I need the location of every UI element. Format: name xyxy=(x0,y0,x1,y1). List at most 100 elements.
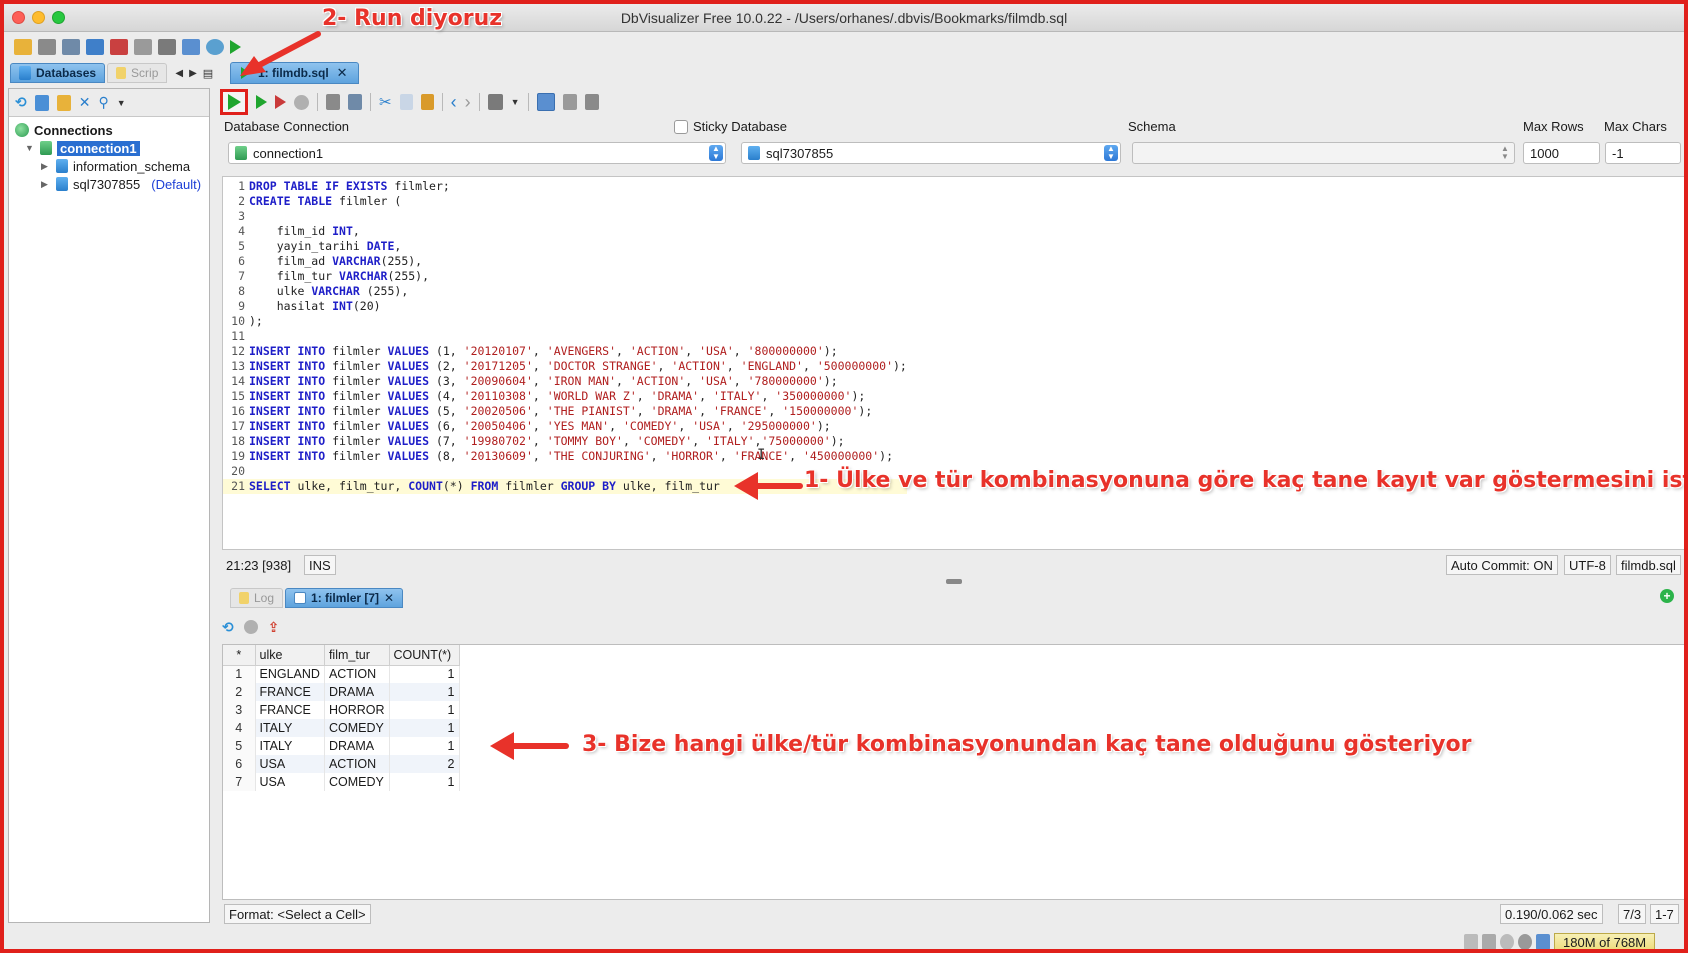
schema-select[interactable]: ▲ ▼ xyxy=(1132,142,1515,164)
tab-list-icon[interactable]: ▤ xyxy=(203,67,213,80)
open-folder-icon[interactable] xyxy=(14,39,32,55)
cell-format[interactable]: Format: <Select a Cell> xyxy=(224,904,371,924)
column-header[interactable]: ulke xyxy=(255,645,325,666)
tools-dropdown-icon[interactable]: ▼ xyxy=(511,97,520,107)
stop-icon[interactable] xyxy=(243,620,258,634)
layout-split-icon[interactable] xyxy=(562,94,577,110)
collapse-icon[interactable]: ✕ xyxy=(79,94,91,111)
back-icon[interactable]: ‹ xyxy=(451,92,457,113)
sticky-database-checkbox[interactable] xyxy=(674,120,688,134)
auto-commit-status[interactable]: Auto Commit: ON xyxy=(1446,555,1558,575)
row-number[interactable]: 7 xyxy=(223,773,256,791)
stop-icon[interactable] xyxy=(294,94,309,110)
cell-count[interactable]: 1 xyxy=(389,683,460,701)
table-row[interactable]: 7 USA COMEDY 1 xyxy=(223,773,460,791)
row-number[interactable]: 5 xyxy=(223,737,256,755)
max-rows-input[interactable]: 1000 xyxy=(1523,142,1600,164)
cell-film-tur[interactable]: ACTION xyxy=(324,665,390,683)
table-icon[interactable] xyxy=(182,39,200,55)
cell-count[interactable]: 1 xyxy=(389,773,460,791)
tab-result-filmler[interactable]: 1: filmler [7] ✕ xyxy=(285,588,404,608)
paste-icon[interactable] xyxy=(420,94,434,110)
database-select[interactable]: sql7307855 ▲ ▼ xyxy=(741,142,1121,164)
cell-ulke[interactable]: ENGLAND xyxy=(255,665,325,683)
tab-scroll-right-icon[interactable]: ▶ xyxy=(189,68,197,79)
splitter-handle[interactable] xyxy=(946,579,962,584)
cell-film-tur[interactable]: ACTION xyxy=(324,755,390,773)
table-row[interactable]: 3 FRANCE HORROR 1 xyxy=(223,701,460,719)
refresh-icon[interactable]: ⟲ xyxy=(222,619,234,636)
tab-scroll-left-icon[interactable]: ◀ xyxy=(175,68,183,79)
cell-ulke[interactable]: FRANCE xyxy=(255,683,325,701)
status-icon[interactable] xyxy=(1482,934,1496,949)
run-buffer-icon[interactable] xyxy=(275,95,286,109)
cut-icon[interactable]: ✂ xyxy=(379,93,392,111)
tab-log[interactable]: Log xyxy=(230,588,284,608)
cell-count[interactable]: 1 xyxy=(389,665,460,683)
tree-item-schema[interactable]: ▶ sql7307855 (Default) xyxy=(13,175,205,193)
cell-ulke[interactable]: ITALY xyxy=(255,719,325,737)
tree-item-schema[interactable]: ▶ information_schema xyxy=(13,157,205,175)
tools-icon[interactable] xyxy=(487,94,503,110)
sql-editor[interactable]: 1 DROP TABLE IF EXISTS filmler; 2 CREATE TA… xyxy=(222,176,1684,550)
row-number[interactable]: 6 xyxy=(223,755,256,773)
run-current-icon[interactable] xyxy=(256,95,267,109)
memory-indicator[interactable]: 180M of 768M xyxy=(1554,933,1656,949)
tab-databases[interactable]: Databases xyxy=(10,63,106,83)
filter-icon[interactable]: ⚲ xyxy=(98,94,108,111)
save-file-icon[interactable] xyxy=(326,94,340,110)
tab-scripts[interactable]: Scrip xyxy=(107,63,168,83)
new-connection-icon[interactable] xyxy=(34,94,49,111)
cell-film-tur[interactable]: DRAMA xyxy=(324,737,390,755)
cell-ulke[interactable]: FRANCE xyxy=(255,701,325,719)
save-all-icon[interactable] xyxy=(62,39,80,55)
row-number[interactable]: 3 xyxy=(223,701,256,719)
table-row[interactable]: 1 ENGLAND ACTION 1 xyxy=(223,665,460,683)
add-tab-icon[interactable]: + xyxy=(1660,589,1674,603)
cell-ulke[interactable]: USA xyxy=(255,755,325,773)
table-row[interactable]: 2 FRANCE DRAMA 1 xyxy=(223,683,460,701)
cell-film-tur[interactable]: HORROR xyxy=(324,701,390,719)
close-tab-icon[interactable]: ✕ xyxy=(384,591,394,605)
run-button[interactable] xyxy=(220,89,248,115)
row-number[interactable]: 1 xyxy=(223,665,256,683)
document-icon[interactable] xyxy=(134,39,152,55)
refresh-icon[interactable]: ⟲ xyxy=(15,94,27,111)
disconnect-icon[interactable] xyxy=(110,39,128,55)
cell-film-tur[interactable]: DRAMA xyxy=(324,683,390,701)
new-folder-icon[interactable] xyxy=(56,94,71,111)
cell-count[interactable]: 1 xyxy=(389,719,460,737)
tools-icon[interactable] xyxy=(158,39,176,55)
cell-film-tur[interactable]: COMEDY xyxy=(324,719,390,737)
copy-icon[interactable] xyxy=(399,94,413,110)
column-header[interactable]: COUNT(*) xyxy=(389,645,460,666)
clock-icon[interactable] xyxy=(206,39,224,55)
row-number[interactable]: 4 xyxy=(223,719,256,737)
trash-icon[interactable] xyxy=(1536,934,1550,949)
tree-item-connections[interactable]: Connections xyxy=(13,121,205,139)
cell-count[interactable]: 2 xyxy=(389,755,460,773)
table-row[interactable]: 5 ITALY DRAMA 1 xyxy=(223,737,460,755)
cell-count[interactable]: 1 xyxy=(389,701,460,719)
collapsed-triangle-icon[interactable]: ▶ xyxy=(41,179,51,190)
encoding-status[interactable]: UTF-8 xyxy=(1564,555,1611,575)
save-as-icon[interactable] xyxy=(348,94,362,110)
table-row[interactable]: 6 USA ACTION 2 xyxy=(223,755,460,773)
max-chars-input[interactable]: -1 xyxy=(1605,142,1681,164)
save-icon[interactable] xyxy=(38,39,56,55)
tree-item-connection1[interactable]: ▼ connection1 xyxy=(13,139,205,157)
cell-ulke[interactable]: ITALY xyxy=(255,737,325,755)
connect-icon[interactable] xyxy=(86,39,104,55)
close-tab-icon[interactable]: ✕ xyxy=(337,65,348,81)
export-icon[interactable]: ⇪ xyxy=(268,619,280,636)
cell-count[interactable]: 1 xyxy=(389,737,460,755)
sync-icon[interactable] xyxy=(1500,934,1514,949)
row-number[interactable]: 2 xyxy=(223,683,256,701)
cell-ulke[interactable]: USA xyxy=(255,773,325,791)
result-grid[interactable]: * ulke film_tur COUNT(*) 1 ENGLAND ACTION 1… xyxy=(222,644,1684,900)
expanded-triangle-icon[interactable]: ▼ xyxy=(25,143,35,153)
cell-film-tur[interactable]: COMEDY xyxy=(324,773,390,791)
status-icon[interactable] xyxy=(1464,934,1478,949)
db-connection-select[interactable]: connection1 ▲ ▼ xyxy=(228,142,726,164)
layout-toggle-icon[interactable] xyxy=(536,93,555,111)
